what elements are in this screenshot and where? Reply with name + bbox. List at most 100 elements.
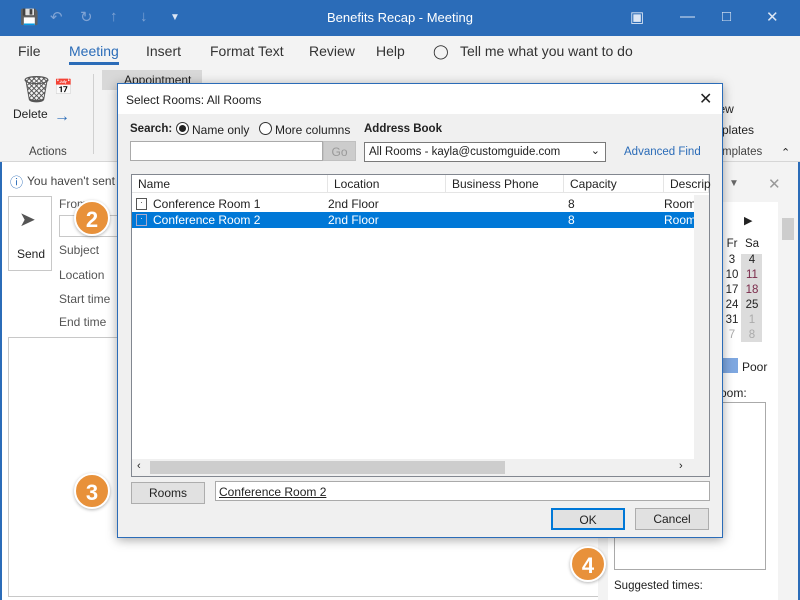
- advanced-find-link[interactable]: Advanced Find: [624, 146, 701, 158]
- search-input[interactable]: [130, 141, 323, 161]
- ok-button[interactable]: OK: [551, 508, 625, 530]
- calendar-day[interactable]: 25: [742, 299, 762, 311]
- calendar-day[interactable]: 1: [742, 314, 762, 326]
- column-description[interactable]: Descrip: [664, 175, 711, 193]
- rooms-field[interactable]: Conference Room 2: [215, 481, 710, 501]
- poor-legend-label: Poor: [742, 360, 768, 374]
- menu-bar: File Meeting Insert Format Text Review H…: [0, 36, 800, 66]
- step-callout-4: 4: [570, 546, 606, 582]
- scroll-right-icon[interactable]: ›: [679, 460, 683, 472]
- next-month-icon[interactable]: ▶: [744, 214, 752, 227]
- go-button[interactable]: Go: [323, 141, 356, 161]
- tab-format-text[interactable]: Format Text: [210, 43, 284, 59]
- calendar-day[interactable]: 3: [722, 254, 742, 266]
- pane-scrollbar[interactable]: [782, 218, 794, 240]
- dialog-title: Select Rooms: All Rooms: [126, 93, 262, 107]
- room-icon: ·: [136, 198, 147, 210]
- search-label: Search:: [130, 123, 173, 135]
- start-time-label: Start time: [59, 292, 111, 306]
- name-only-label[interactable]: Name only: [192, 123, 249, 137]
- day-header: Fr: [726, 238, 738, 250]
- maximize-icon[interactable]: □: [722, 8, 731, 25]
- view-templates-label2[interactable]: plates: [722, 123, 754, 137]
- close-pane-icon[interactable]: ✕: [768, 175, 781, 193]
- tell-me-search[interactable]: Tell me what you want to do: [460, 43, 633, 59]
- vertical-scrollbar[interactable]: [694, 195, 709, 459]
- table-row[interactable]: · Conference Room 1 2nd Floor 8 Room: [132, 196, 697, 212]
- room-icon: ·: [136, 214, 147, 226]
- minimize-icon[interactable]: —: [680, 8, 695, 25]
- title-bar: 💾 ↶ ↻ ↑ ↓ ▼ Benefits Recap - Meeting ▣ —…: [0, 0, 800, 36]
- calendar-day[interactable]: 24: [722, 299, 742, 311]
- send-label: Send: [17, 247, 46, 261]
- close-icon[interactable]: ✕: [766, 8, 779, 26]
- room-location: 2nd Floor: [328, 197, 379, 211]
- select-rooms-dialog: Select Rooms: All Rooms ✕ Search: Name o…: [117, 83, 723, 538]
- dropdown-icon[interactable]: ▼: [729, 178, 739, 189]
- room-location: 2nd Floor: [328, 213, 379, 227]
- tab-meeting[interactable]: Meeting: [69, 43, 119, 65]
- room-description: Room: [664, 197, 697, 211]
- calendar-day[interactable]: 31: [722, 314, 742, 326]
- tab-insert[interactable]: Insert: [146, 43, 181, 59]
- tab-file[interactable]: File: [18, 43, 41, 59]
- rooms-button[interactable]: Rooms: [131, 482, 205, 504]
- day-header: Sa: [744, 238, 760, 250]
- scroll-left-icon[interactable]: ‹: [137, 460, 141, 472]
- calendar-day[interactable]: 7: [722, 329, 742, 341]
- calendar-icon[interactable]: 📅: [54, 78, 73, 96]
- lightbulb-icon: ◯: [433, 43, 449, 59]
- calendar-day[interactable]: 4: [742, 254, 762, 266]
- send-button[interactable]: ➤ Send: [8, 196, 52, 271]
- room-capacity: 8: [568, 213, 575, 227]
- dialog-title-bar: Select Rooms: All Rooms ✕: [118, 84, 722, 114]
- calendar-day[interactable]: 10: [722, 269, 742, 281]
- scrollbar-thumb[interactable]: [150, 461, 505, 474]
- calendar-day[interactable]: 11: [742, 269, 762, 281]
- info-icon: ⓘ: [10, 175, 24, 190]
- column-capacity[interactable]: Capacity: [564, 175, 664, 193]
- suggested-times-label: Suggested times:: [614, 580, 703, 592]
- column-name[interactable]: Name: [132, 175, 328, 193]
- room-description: Room: [664, 213, 697, 227]
- subject-label: Subject: [59, 243, 100, 257]
- tab-help[interactable]: Help: [376, 43, 405, 59]
- actions-group-label: Actions: [29, 146, 67, 158]
- step-callout-2: 2: [74, 200, 110, 236]
- end-time-label: End time: [59, 315, 107, 329]
- tab-review[interactable]: Review: [309, 43, 355, 59]
- name-only-radio[interactable]: [176, 122, 189, 135]
- send-icon: ➤: [19, 209, 36, 231]
- horizontal-scrollbar[interactable]: ‹ ›: [132, 459, 709, 476]
- poor-legend-swatch: [723, 358, 738, 373]
- rooms-list: Name Location Business Phone Capacity De…: [131, 174, 711, 477]
- chevron-down-icon: ⌄: [590, 145, 600, 157]
- info-bar: You haven't sent t: [27, 174, 122, 188]
- address-book-select[interactable]: All Rooms - kayla@customguide.com ⌄: [364, 142, 606, 162]
- cancel-button[interactable]: Cancel: [635, 508, 709, 530]
- dialog-close-icon[interactable]: ✕: [699, 89, 712, 109]
- more-columns-radio[interactable]: [259, 122, 272, 135]
- room-name: Conference Room 2: [153, 213, 261, 227]
- list-header: Name Location Business Phone Capacity De…: [132, 175, 711, 193]
- calendar-day[interactable]: 8: [742, 329, 762, 341]
- more-columns-label[interactable]: More columns: [275, 123, 350, 137]
- calendar-day[interactable]: 17: [722, 284, 742, 296]
- table-row-selected[interactable]: · Conference Room 2 2nd Floor 8 Room: [132, 212, 697, 228]
- address-book-label: Address Book: [364, 123, 442, 135]
- trash-icon[interactable]: 🗑: [20, 74, 53, 105]
- forward-icon[interactable]: →: [54, 108, 70, 126]
- step-callout-3: 3: [74, 473, 110, 509]
- room-capacity: 8: [568, 197, 575, 211]
- delete-button[interactable]: Delete: [13, 107, 48, 121]
- location-label: Location: [59, 268, 105, 282]
- address-book-value: All Rooms - kayla@customguide.com: [369, 146, 561, 158]
- column-location[interactable]: Location: [328, 175, 446, 193]
- rooms-value: Conference Room 2: [219, 485, 327, 499]
- collapse-ribbon-icon[interactable]: ⌃: [781, 146, 790, 159]
- templates-group-label: mplates: [722, 146, 763, 158]
- ribbon-display-icon[interactable]: ▣: [630, 8, 644, 26]
- calendar-day[interactable]: 18: [742, 284, 762, 296]
- room-name: Conference Room 1: [153, 197, 261, 211]
- column-business-phone[interactable]: Business Phone: [446, 175, 564, 193]
